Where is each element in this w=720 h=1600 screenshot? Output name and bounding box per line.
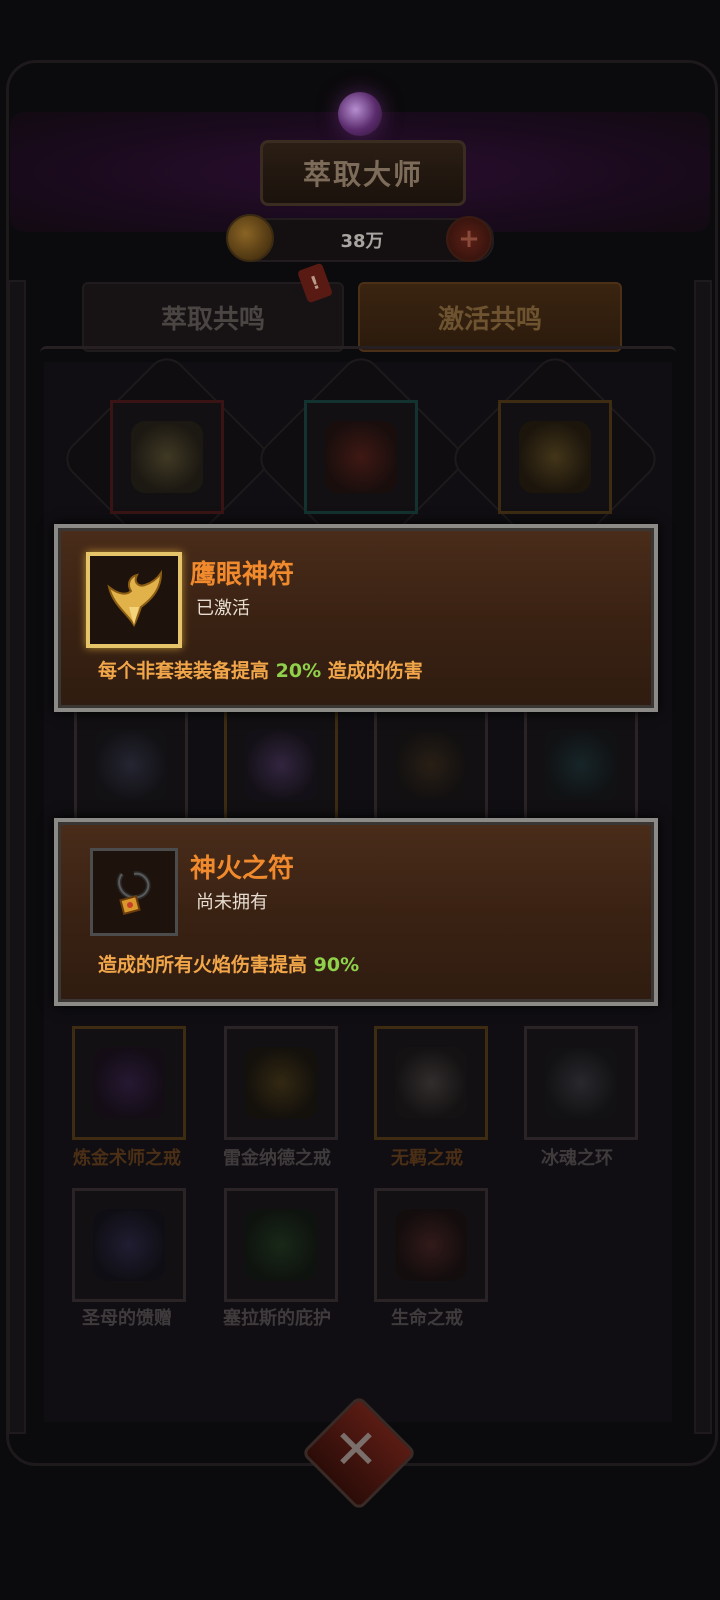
left-frame-rail xyxy=(8,280,26,1434)
add-currency-button[interactable]: + xyxy=(446,216,492,262)
tooltip-item-description: 每个非套装装备提高 20% 造成的伤害 xyxy=(98,656,423,683)
right-frame-rail xyxy=(694,280,712,1434)
violet-ring-icon xyxy=(93,1209,165,1281)
item-slot-ring-silas[interactable] xyxy=(224,1188,338,1302)
item-slot-ring-unbound[interactable] xyxy=(374,1026,488,1140)
item-slot-ring-life[interactable] xyxy=(374,1188,488,1302)
item-slot-mask[interactable] xyxy=(110,400,224,514)
item-slot-amulet-3[interactable] xyxy=(374,708,488,822)
item-label: 炼金术师之戒 xyxy=(73,1148,181,1169)
magic-orb-icon xyxy=(338,92,382,136)
item-slot-ring-alchemist[interactable] xyxy=(72,1026,186,1140)
item-label: 生命之戒 xyxy=(391,1308,463,1329)
item-label: 塞拉斯的庇护 xyxy=(223,1308,331,1329)
purple-gem-ring-icon xyxy=(93,1047,165,1119)
title-plate: 萃取大师 xyxy=(260,140,466,206)
item-slot-ring-virgin[interactable] xyxy=(72,1188,186,1302)
gold-ring-icon xyxy=(245,1047,317,1119)
item-slot-amulet-2[interactable] xyxy=(224,708,338,822)
item-tooltip-divine-fire: 神火之符 尚未拥有 造成的所有火焰伤害提高 90% xyxy=(54,818,658,1006)
desc-value: 20% xyxy=(275,660,322,682)
tooltip-item-description: 造成的所有火焰伤害提高 90% xyxy=(98,950,359,977)
green-ring-icon xyxy=(245,1209,317,1281)
tooltip-item-status: 已激活 xyxy=(196,598,250,619)
item-slot-eagle-eye[interactable] xyxy=(498,400,612,514)
tooltip-item-name: 神火之符 xyxy=(190,854,295,884)
silver-ring-icon xyxy=(395,1047,467,1119)
desc-text: 造成的伤害 xyxy=(321,660,423,682)
amulet-icon xyxy=(95,729,167,801)
item-label: 圣母的馈赠 xyxy=(82,1308,172,1329)
mask-icon xyxy=(131,421,203,493)
desc-text: 每个非套装装备提高 xyxy=(98,660,276,682)
item-slot-amulet-1[interactable] xyxy=(74,708,188,822)
item-label: 冰魂之环 xyxy=(541,1148,613,1169)
golden-wing-talisman-icon xyxy=(107,569,163,628)
ice-amulet-icon xyxy=(545,729,617,801)
ice-ring-icon xyxy=(545,1047,617,1119)
item-label: 无羁之戒 xyxy=(391,1148,463,1169)
tab-activate-resonance[interactable]: 激活共鸣 xyxy=(358,282,622,352)
feather-headdress-icon xyxy=(325,421,397,493)
tab-label: 激活共鸣 xyxy=(437,304,542,335)
tooltip-item-name: 鹰眼神符 xyxy=(190,560,295,590)
fire-amulet-icon xyxy=(116,871,151,916)
tooltip-icon-frame xyxy=(90,848,178,936)
desc-text: 造成的所有火焰伤害提高 xyxy=(98,954,314,976)
page-title: 萃取大师 xyxy=(302,158,423,191)
item-slot-ring-reginald[interactable] xyxy=(224,1026,338,1140)
item-slot-ring-icesoul[interactable] xyxy=(524,1026,638,1140)
fire-amulet-icon xyxy=(395,729,467,801)
red-gem-ring-icon xyxy=(395,1209,467,1281)
item-slot-amulet-4[interactable] xyxy=(524,708,638,822)
item-tooltip-eagle-eye: 鹰眼神符 已激活 每个非套装装备提高 20% 造成的伤害 xyxy=(54,524,658,712)
item-slot-headdress[interactable] xyxy=(304,400,418,514)
purple-amulet-icon xyxy=(245,729,317,801)
item-label: 雷金纳德之戒 xyxy=(223,1148,331,1169)
close-icon[interactable]: ✕ xyxy=(330,1418,382,1482)
tooltip-item-status: 尚未拥有 xyxy=(196,892,268,913)
coin-icon xyxy=(226,214,274,262)
tooltip-icon-frame xyxy=(86,552,182,648)
golden-wing-icon xyxy=(519,421,591,493)
tab-label: 萃取共鸣 xyxy=(160,304,265,335)
currency-amount: 38万 xyxy=(340,231,384,252)
desc-value: 90% xyxy=(313,954,360,976)
